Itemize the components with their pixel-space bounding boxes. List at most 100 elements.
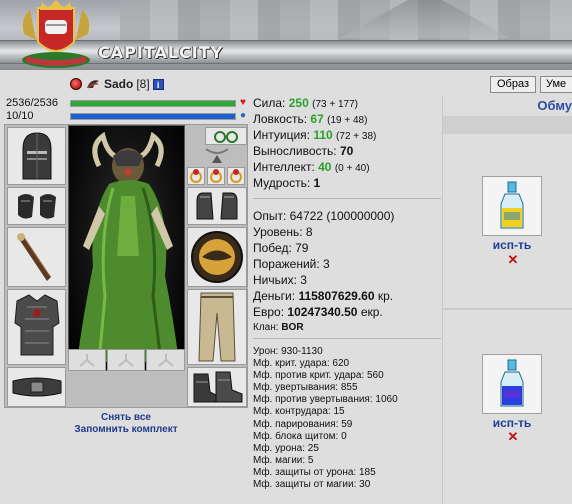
gloves-slot[interactable] xyxy=(187,187,247,225)
panel-separator xyxy=(443,308,572,310)
modifier-row: Мф. против увертывания: 1060 xyxy=(253,394,398,406)
ring-slot-3[interactable] xyxy=(227,167,245,185)
page: CAPITALCITY Образ Уме Sado [8] i 2536/25… xyxy=(0,0,572,504)
belt-icon xyxy=(12,377,61,397)
stats-divider xyxy=(253,198,441,199)
modifier-row: Мф. блока щитом: 0 xyxy=(253,430,347,442)
modifier-row: Мф. магии: 5 xyxy=(253,454,314,466)
stat-intuition: Интуиция: 110 (72 + 38) xyxy=(253,128,377,142)
character-name-line: Sado [8] i xyxy=(70,76,164,92)
gloves-icon xyxy=(196,192,238,220)
potion-bottle-icon xyxy=(500,181,524,229)
mana-value: 10/10 xyxy=(6,110,34,122)
boots-icon xyxy=(193,371,243,403)
experience: Опыт: 64722 (100000000) xyxy=(253,209,395,223)
modifier-row: Мф. защиты от магии: 30 xyxy=(253,479,371,491)
shield-slot[interactable] xyxy=(187,227,247,287)
pants-slot[interactable] xyxy=(187,289,247,365)
exchange-heading[interactable]: Обму xyxy=(443,96,572,116)
character-level: [8] xyxy=(136,77,150,91)
helmet-slot[interactable] xyxy=(7,127,66,185)
mana-track xyxy=(70,113,236,120)
mana-fill xyxy=(71,114,235,119)
draws: Ничьих: 3 xyxy=(253,273,307,287)
progress-divider xyxy=(253,338,441,339)
character-portrait xyxy=(68,125,185,371)
modifier-row: Мф. крит. удара: 620 xyxy=(253,358,350,370)
delete-item-1-icon[interactable]: ✕ xyxy=(507,253,519,266)
hp-bar: 2536/2536 ♥ xyxy=(4,97,248,109)
hp-value: 2536/2536 xyxy=(6,97,58,109)
clan: Клан: BOR xyxy=(253,322,304,333)
delete-item-2-icon[interactable]: ✕ xyxy=(507,430,519,443)
image-button[interactable]: Образ xyxy=(490,76,536,93)
save-set-link[interactable]: Запомнить комплект xyxy=(4,424,248,435)
skills-button[interactable]: Уме xyxy=(540,76,572,93)
euro: Евро: 10247340.50 екр. xyxy=(253,305,383,319)
hp-track xyxy=(70,100,236,107)
empty-slot-icon xyxy=(118,354,134,367)
bracers-icon xyxy=(17,194,56,219)
hp-fill xyxy=(71,101,235,106)
pants-icon xyxy=(198,292,236,362)
character-name: Sado xyxy=(104,77,134,91)
info-icon[interactable]: i xyxy=(152,78,164,90)
mana-orb-icon: ● xyxy=(239,110,247,121)
logo-text: CAPITALCITY xyxy=(98,43,224,62)
level: Уровень: 8 xyxy=(253,225,313,239)
use-item-1-link[interactable]: исп-ть xyxy=(482,238,542,252)
panel-band xyxy=(443,116,572,134)
clan-badge-icon[interactable] xyxy=(70,78,82,90)
boots-slot[interactable] xyxy=(187,367,247,407)
stat-intellect: Интеллект: 40 (0 + 40) xyxy=(253,160,370,174)
ring-slot-1[interactable] xyxy=(187,167,205,185)
alignment-icon xyxy=(87,80,99,89)
ring-icon xyxy=(190,169,202,183)
empty-slot-icon xyxy=(79,354,95,367)
stat-endurance: Выносливость: 70 xyxy=(253,144,354,158)
empty-slot-1[interactable] xyxy=(68,349,106,371)
earrings-icon xyxy=(214,131,238,143)
equipment-panel xyxy=(4,124,248,408)
use-item-2-link[interactable]: исп-ть xyxy=(482,416,542,430)
character-figure-image xyxy=(77,131,179,363)
potion-item-1[interactable] xyxy=(482,176,542,236)
stats-block: Сила: 250 (73 + 177) Ловкость: 67 (19 + … xyxy=(253,95,443,191)
unequip-all-link[interactable]: Снять все xyxy=(4,412,248,423)
potion-bottle-icon xyxy=(500,359,524,407)
weapon-slot[interactable] xyxy=(7,227,66,287)
mana-bar: 10/10 ● xyxy=(4,110,248,122)
losses: Поражений: 3 xyxy=(253,257,330,271)
modifier-row: Мф. урона: 25 xyxy=(253,442,319,454)
ring-slot-2[interactable] xyxy=(207,167,225,185)
heart-icon: ♥ xyxy=(240,97,246,108)
site-header: CAPITALCITY xyxy=(0,0,572,70)
sword-icon xyxy=(16,233,51,281)
modifier-row: Мф. парирования: 59 xyxy=(253,418,353,430)
ring-icon xyxy=(210,169,222,183)
empty-slot-3[interactable] xyxy=(146,349,185,371)
helmet-icon xyxy=(22,132,51,180)
modifier-row: Мф. контрудара: 15 xyxy=(253,406,345,418)
modifier-row: Урон: 930-1130 xyxy=(253,346,323,357)
armor-icon xyxy=(13,294,60,356)
city-emblem-icon xyxy=(22,0,90,68)
earrings-slot[interactable] xyxy=(205,127,247,145)
empty-slot-2[interactable] xyxy=(107,349,145,371)
armor-slot[interactable] xyxy=(7,289,66,365)
shield-icon xyxy=(191,231,243,283)
money: Деньги: 115807629.60 кр. xyxy=(253,289,394,303)
amulet-slot[interactable] xyxy=(187,147,247,165)
exchange-panel: Обму исп-ть ✕ исп-ть ✕ xyxy=(442,96,572,504)
wins: Побед: 79 xyxy=(253,241,309,255)
modifier-row: Мф. против крит. удара: 560 xyxy=(253,370,384,382)
stat-agility: Ловкость: 67 (19 + 48) xyxy=(253,112,368,126)
bracers-slot[interactable] xyxy=(7,187,66,225)
modifier-row: Мф. увертывания: 855 xyxy=(253,382,358,394)
potion-item-2[interactable] xyxy=(482,354,542,414)
belt-slot[interactable] xyxy=(7,367,66,407)
stat-wisdom: Мудрость: 1 xyxy=(253,176,321,190)
empty-slot-icon xyxy=(157,354,174,367)
amulet-icon xyxy=(205,148,229,163)
modifier-row: Мф. защиты от урона: 185 xyxy=(253,466,376,478)
